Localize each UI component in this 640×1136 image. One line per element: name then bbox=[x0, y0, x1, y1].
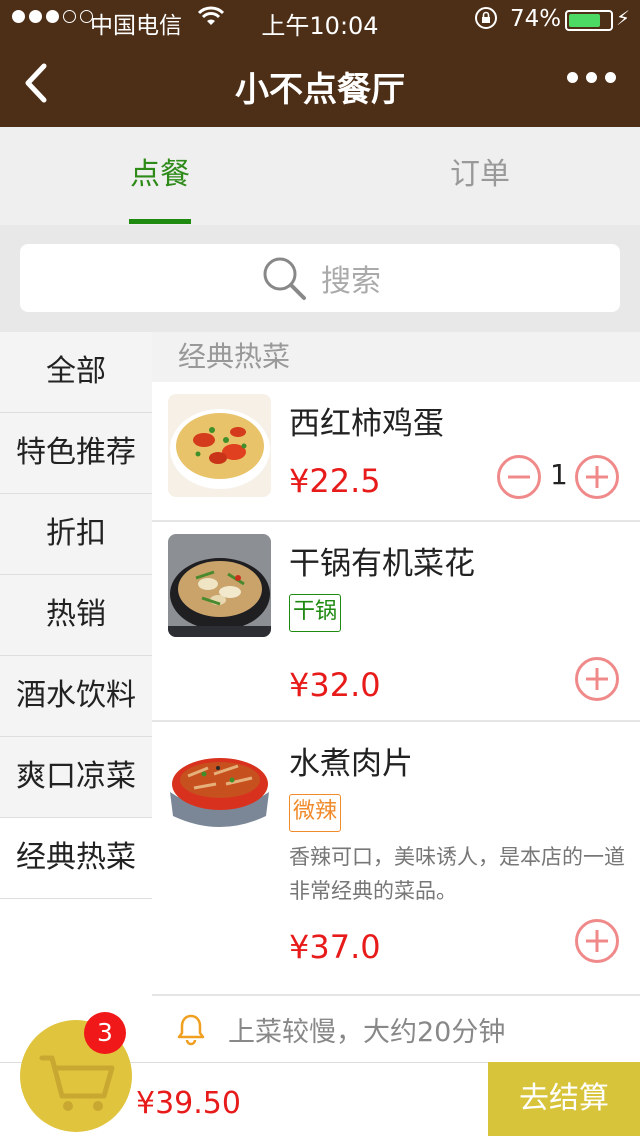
dish-tag: 微辣 bbox=[289, 794, 342, 832]
category-discount[interactable]: 折扣 bbox=[0, 494, 152, 575]
search-area: 搜索 bbox=[0, 225, 640, 332]
dish-quantity: 1 bbox=[550, 458, 568, 491]
tab-orders[interactable]: 订单 bbox=[320, 127, 640, 225]
dish-item[interactable]: 水煮肉片 微辣 香辣可口，美味诱人，是本店的一道非常经典的菜品。 ¥37.0 bbox=[152, 722, 640, 996]
dish-name: 西红柿鸡蛋 bbox=[289, 406, 444, 442]
app-header: 中国电信 上午10:04 74% ⚡ 小不点餐厅 bbox=[0, 0, 640, 127]
category-sidebar: 全部 特色推荐 折扣 热销 酒水饮料 爽口凉菜 经典热菜 bbox=[0, 332, 152, 1062]
rotation-lock-icon bbox=[474, 6, 498, 36]
search-placeholder: 搜索 bbox=[321, 264, 381, 299]
search-input[interactable]: 搜索 bbox=[20, 244, 620, 312]
tab-bar: 点餐 订单 bbox=[0, 127, 640, 225]
page-title: 小不点餐厅 bbox=[235, 70, 405, 110]
battery-percent: 74% bbox=[510, 6, 562, 32]
increase-quantity-button[interactable] bbox=[574, 454, 620, 500]
section-title: 经典热菜 bbox=[152, 332, 640, 382]
dish-image-tomato-egg bbox=[168, 394, 271, 497]
tab-order-food[interactable]: 点餐 bbox=[0, 127, 320, 225]
category-drinks[interactable]: 酒水饮料 bbox=[0, 656, 152, 737]
battery-icon bbox=[565, 10, 613, 31]
decrease-quantity-button[interactable] bbox=[496, 454, 542, 500]
dish-item[interactable]: 干锅有机菜花 干锅 ¥32.0 bbox=[152, 522, 640, 722]
dish-price: ¥32.0 bbox=[289, 666, 381, 704]
dish-name: 水煮肉片 bbox=[289, 746, 413, 782]
category-all[interactable]: 全部 bbox=[0, 332, 152, 413]
dish-list: 经典热菜 西红柿鸡蛋 ¥22.5 1 干锅有机菜花 干锅 ¥32.0 水煮肉片 … bbox=[152, 332, 640, 1062]
dish-image-dry-pot-cauliflower bbox=[168, 534, 271, 637]
serving-notice: 上菜较慢，大约20分钟 bbox=[152, 996, 640, 1062]
dish-item[interactable]: 西红柿鸡蛋 ¥22.5 1 bbox=[152, 382, 640, 522]
category-hot-sale[interactable]: 热销 bbox=[0, 575, 152, 656]
more-dots-icon bbox=[567, 72, 578, 83]
dish-price: ¥37.0 bbox=[289, 928, 381, 966]
status-bar: 中国电信 上午10:04 74% ⚡ bbox=[0, 0, 640, 40]
active-tab-indicator bbox=[129, 219, 191, 224]
increase-quantity-button[interactable] bbox=[574, 918, 620, 964]
checkout-button[interactable]: 去结算 bbox=[488, 1062, 640, 1136]
cart-count-badge: 3 bbox=[84, 1012, 126, 1054]
category-cold-dishes[interactable]: 爽口凉菜 bbox=[0, 737, 152, 818]
category-featured[interactable]: 特色推荐 bbox=[0, 413, 152, 494]
dish-price: ¥22.5 bbox=[289, 462, 381, 500]
cart-total-price: ¥39.50 bbox=[136, 1086, 241, 1121]
dish-tag: 干锅 bbox=[289, 594, 342, 632]
charging-icon: ⚡ bbox=[616, 6, 631, 30]
dish-name: 干锅有机菜花 bbox=[289, 546, 475, 582]
increase-quantity-button[interactable] bbox=[574, 656, 620, 702]
notice-text: 上菜较慢，大约20分钟 bbox=[228, 1016, 506, 1048]
more-options-button[interactable] bbox=[567, 72, 616, 83]
category-classic-hot-dishes[interactable]: 经典热菜 bbox=[0, 818, 152, 899]
dish-image-boiled-pork-slices bbox=[168, 734, 271, 837]
bell-icon bbox=[177, 1014, 205, 1046]
search-icon bbox=[263, 257, 306, 300]
dish-description: 香辣可口，美味诱人，是本店的一道非常经典的菜品。 bbox=[289, 845, 625, 903]
